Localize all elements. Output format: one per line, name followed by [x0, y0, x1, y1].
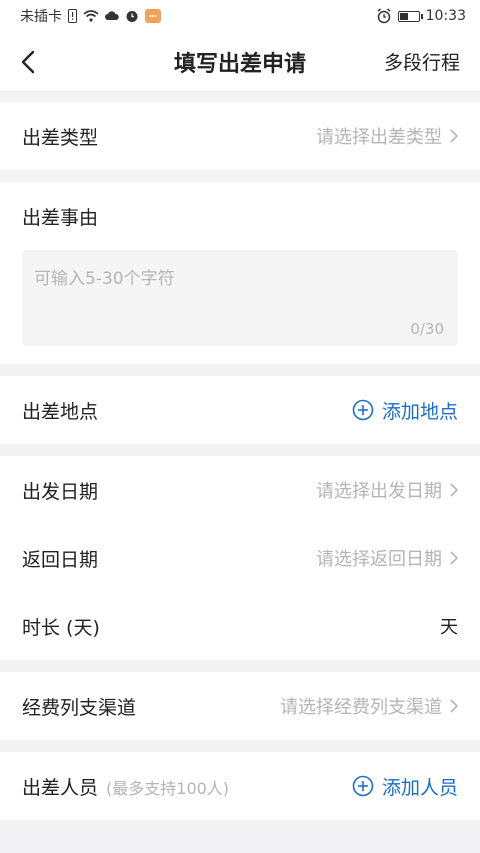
duration-unit: 天 — [440, 617, 458, 638]
chevron-right-icon — [450, 483, 458, 497]
alarm-clock-icon — [376, 8, 392, 24]
expense-channel-row[interactable]: 经费列支渠道 请选择经费列支渠道 — [0, 672, 480, 740]
trip-location-row: 出差地点 添加地点 — [0, 376, 480, 444]
return-date-selector[interactable]: 请选择返回日期 — [316, 545, 458, 571]
sim-alert-icon — [68, 9, 77, 23]
back-button[interactable] — [0, 32, 56, 92]
expense-channel-selector[interactable]: 请选择经费列支渠道 — [280, 693, 458, 719]
trip-location-card: 出差地点 添加地点 — [0, 376, 480, 444]
expense-channel-card: 经费列支渠道 请选择经费列支渠道 — [0, 672, 480, 740]
message-app-icon — [145, 9, 161, 23]
depart-date-label: 出发日期 — [22, 480, 99, 503]
status-left: 未插卡 — [20, 6, 161, 26]
status-bar: 未插卡 10:33 — [0, 0, 480, 32]
duration-row: 时长 (天) 天 — [0, 592, 480, 660]
duration-label: 时长 (天) — [22, 616, 100, 639]
dates-card: 出发日期 请选择出发日期 返回日期 请选择返回日期 时长 (天) 天 — [0, 456, 480, 660]
trip-reason-placeholder: 可输入5-30个字符 — [34, 269, 175, 289]
trip-reason-textarea[interactable]: 可输入5-30个字符 0/30 — [22, 250, 458, 346]
trip-type-selector[interactable]: 请选择出差类型 — [316, 123, 458, 149]
return-date-placeholder: 请选择返回日期 — [316, 549, 442, 570]
trip-reason-label: 出差事由 — [22, 206, 99, 229]
travelers-label: 出差人员 — [22, 776, 99, 799]
status-right: 10:33 — [376, 8, 466, 24]
travelers-label-group: 出差人员 (最多支持100人) — [22, 773, 229, 800]
chevron-right-icon — [450, 551, 458, 565]
travelers-card: 出差人员 (最多支持100人) 添加人员 — [0, 752, 480, 820]
trip-type-card: 出差类型 请选择出差类型 — [0, 102, 480, 170]
travelers-row: 出差人员 (最多支持100人) 添加人员 — [0, 752, 480, 820]
travelers-hint: (最多支持100人) — [106, 778, 230, 798]
trip-type-row[interactable]: 出差类型 请选择出差类型 — [0, 102, 480, 170]
depart-date-row[interactable]: 出发日期 请选择出发日期 — [0, 456, 480, 524]
plus-circle-icon — [352, 775, 374, 797]
wifi-icon — [83, 10, 99, 22]
add-location-label: 添加地点 — [381, 400, 458, 423]
clock-time: 10:33 — [425, 8, 466, 24]
add-location-button[interactable]: 添加地点 — [352, 397, 458, 424]
depart-date-selector[interactable]: 请选择出发日期 — [316, 477, 458, 503]
trip-reason-row: 出差事由 — [0, 182, 480, 250]
add-traveler-button[interactable]: 添加人员 — [352, 773, 458, 800]
cloud-icon — [105, 11, 119, 21]
expense-channel-placeholder: 请选择经费列支渠道 — [280, 697, 442, 718]
return-date-label: 返回日期 — [22, 548, 99, 571]
trip-reason-card: 出差事由 可输入5-30个字符 0/30 — [0, 182, 480, 364]
trip-reason-wrap: 可输入5-30个字符 0/30 — [0, 250, 480, 364]
plus-circle-icon — [352, 399, 374, 421]
chevron-right-icon — [450, 129, 458, 143]
depart-date-placeholder: 请选择出发日期 — [316, 481, 442, 502]
chevron-right-icon — [450, 699, 458, 713]
return-date-row[interactable]: 返回日期 请选择返回日期 — [0, 524, 480, 592]
battery-icon — [397, 10, 423, 22]
trip-type-label: 出差类型 — [22, 126, 99, 149]
nav-bar: 填写出差申请 多段行程 — [0, 32, 480, 92]
carrier-text: 未插卡 — [20, 9, 62, 25]
alarm-icon — [125, 9, 139, 23]
trip-location-label: 出差地点 — [22, 400, 99, 423]
expense-channel-label: 经费列支渠道 — [22, 696, 137, 719]
char-counter: 0/30 — [410, 320, 444, 338]
multi-segment-trip-button[interactable]: 多段行程 — [384, 48, 480, 75]
chevron-left-icon — [21, 50, 35, 73]
trip-type-placeholder: 请选择出差类型 — [316, 127, 442, 148]
add-traveler-label: 添加人员 — [381, 776, 458, 799]
